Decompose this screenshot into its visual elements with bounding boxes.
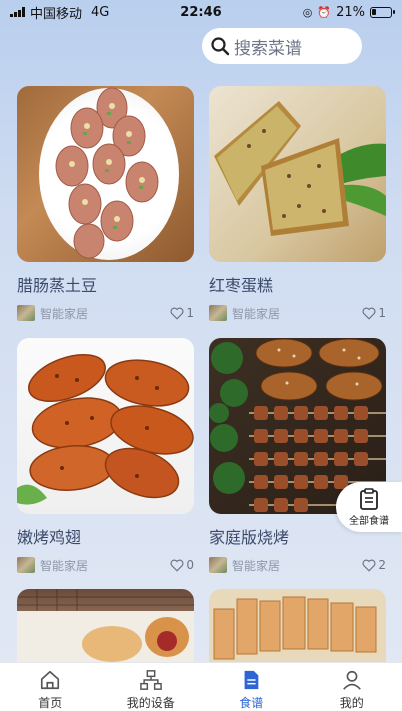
orientation-lock-icon: ◎ — [302, 5, 313, 19]
recipe-card[interactable]: 嫩烤鸡翅 智能家居 0 — [17, 338, 194, 573]
carrier-label: 中国移动 — [30, 6, 83, 22]
battery-icon — [370, 6, 395, 18]
devices-icon — [139, 670, 162, 690]
nav-devices-label: 我的设备 — [126, 696, 175, 710]
like-count: 2 — [378, 558, 386, 572]
all-recipes-label: 全部食谱 — [349, 515, 389, 527]
like-count: 1 — [186, 306, 194, 320]
search-placeholder: 搜索菜谱 — [234, 38, 302, 59]
all-recipes-button[interactable]: 全部食谱 — [336, 482, 402, 532]
recipe-title[interactable]: 腊肠蒸土豆 — [17, 272, 97, 296]
nav-profile-label: 我的 — [339, 696, 364, 710]
like-button[interactable]: 2 — [362, 558, 386, 572]
status-left: 中国移动 4G — [10, 3, 109, 22]
bottom-nav: 首页 我的设备 食谱 我的 — [0, 662, 402, 711]
status-right: ◎ ⏰ 21% — [302, 4, 395, 20]
signal-icon — [10, 7, 25, 17]
like-button[interactable]: 0 — [170, 558, 194, 572]
recipe-meta: 智能家居 2 — [209, 556, 386, 574]
clipboard-icon — [360, 487, 378, 510]
nav-profile[interactable]: 我的 — [302, 663, 402, 711]
like-button[interactable]: 1 — [170, 306, 194, 320]
recipe-meta: 智能家居 1 — [209, 304, 386, 322]
nav-home-label: 首页 — [38, 696, 63, 710]
author-avatar — [209, 557, 227, 573]
author-name: 智能家居 — [232, 558, 281, 573]
recipe-document-icon — [244, 670, 259, 690]
author-name: 智能家居 — [40, 306, 89, 321]
recipe-card[interactable] — [209, 589, 386, 662]
recipe-card[interactable]: 腊肠蒸土豆 智能家居 1 — [17, 86, 194, 321]
heart-icon — [362, 307, 376, 320]
nav-recipes-label: 食谱 — [239, 696, 264, 710]
heart-icon — [362, 559, 376, 572]
author-avatar — [17, 557, 35, 573]
recipe-title[interactable]: 红枣蛋糕 — [209, 272, 273, 296]
recipe-image[interactable] — [17, 589, 194, 662]
author-name: 智能家居 — [232, 306, 281, 321]
author-avatar — [17, 305, 35, 321]
recipe-meta: 智能家居 0 — [17, 556, 194, 574]
nav-home[interactable]: 首页 — [0, 663, 101, 711]
search-bar[interactable]: 搜索菜谱 — [202, 28, 362, 64]
recipe-image[interactable] — [209, 589, 386, 662]
recipe-image[interactable] — [17, 86, 194, 262]
recipe-card[interactable] — [17, 589, 194, 662]
status-bar: 中国移动 4G 22:46 ◎ ⏰ 21% — [0, 0, 402, 24]
home-icon — [41, 670, 60, 690]
recipe-card[interactable]: 红枣蛋糕 智能家居 1 — [209, 86, 386, 321]
recipe-image[interactable] — [209, 86, 386, 262]
recipe-image[interactable] — [17, 338, 194, 514]
like-count: 0 — [186, 558, 194, 572]
like-button[interactable]: 1 — [362, 306, 386, 320]
clock: 22:46 — [180, 4, 222, 20]
recipe-title[interactable]: 嫩烤鸡翅 — [17, 524, 81, 548]
user-icon — [342, 670, 361, 690]
author-name: 智能家居 — [40, 558, 89, 573]
heart-icon — [170, 307, 184, 320]
alarm-icon: ⏰ — [317, 5, 332, 19]
network-label: 4G — [91, 4, 110, 20]
nav-recipes[interactable]: 食谱 — [201, 663, 302, 711]
like-count: 1 — [378, 306, 386, 320]
author-avatar — [209, 305, 227, 321]
recipe-title[interactable]: 家庭版烧烤 — [209, 524, 289, 548]
heart-icon — [170, 559, 184, 572]
battery-label: 21% — [336, 4, 365, 20]
search-icon — [211, 37, 230, 56]
nav-devices[interactable]: 我的设备 — [101, 663, 202, 711]
recipe-meta: 智能家居 1 — [17, 304, 194, 322]
